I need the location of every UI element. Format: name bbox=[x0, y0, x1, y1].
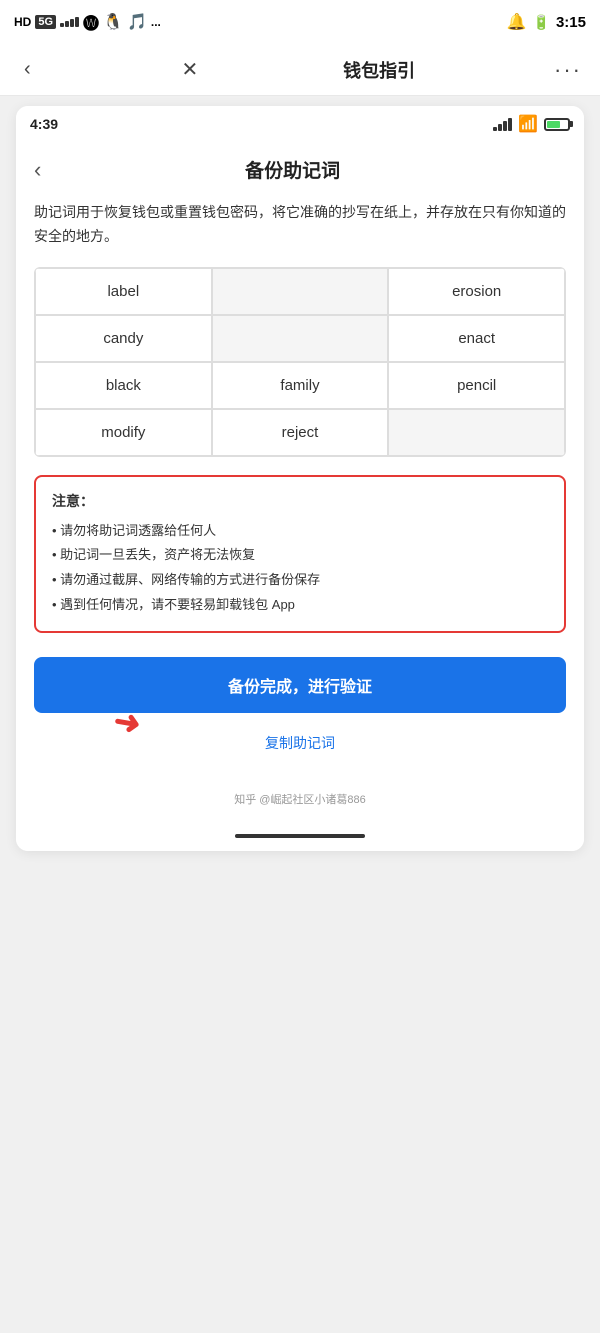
mnemonic-word-3: erosion bbox=[388, 268, 565, 315]
mnemonic-word-6: enact bbox=[388, 315, 565, 362]
outer-nav-title: 钱包指引 bbox=[343, 57, 415, 83]
qq-icon: 🐧 bbox=[103, 12, 123, 32]
warning-box: 注意： • 请勿将助记词透露给任何人 • 助记词一旦丢失，资产将无法恢复 • 请… bbox=[34, 475, 566, 634]
outer-status-left: HD 5G 🅦 🐧 🎵 ... bbox=[14, 10, 161, 34]
extra-icons: ... bbox=[151, 15, 161, 29]
bell-icon: 🔔 bbox=[507, 12, 527, 32]
warning-item-4: • 遇到任何情况，请不要轻易卸载钱包 App bbox=[52, 593, 548, 618]
mnemonic-grid: label erosion candy enact black family p… bbox=[34, 267, 566, 457]
inner-time: 4:39 bbox=[30, 116, 58, 132]
bottom-indicator bbox=[16, 821, 584, 851]
inner-nav: ‹ 备份助记词 bbox=[34, 156, 566, 183]
mnemonic-word-4: candy bbox=[35, 315, 212, 362]
home-indicator bbox=[235, 834, 365, 838]
warning-item-2: • 助记词一旦丢失，资产将无法恢复 bbox=[52, 543, 548, 568]
mnemonic-word-8: family bbox=[212, 362, 389, 409]
inner-content: ‹ 备份助记词 助记词用于恢复钱包或重置钱包密码，将它准确的抄写在纸上，并存放在… bbox=[16, 142, 584, 783]
mnemonic-word-5-empty bbox=[212, 315, 389, 362]
mnemonic-word-12-empty bbox=[388, 409, 565, 456]
outer-back-button[interactable]: ‹ bbox=[18, 52, 37, 87]
signal-icon bbox=[60, 17, 79, 27]
inner-status-bar: 4:39 📶 bbox=[16, 106, 584, 142]
inner-back-button[interactable]: ‹ bbox=[34, 157, 41, 183]
outer-status-right: 🔔 🔋 3:15 bbox=[507, 12, 586, 32]
outer-time: 3:15 bbox=[556, 14, 586, 31]
network-label: HD bbox=[14, 15, 31, 29]
warning-title: 注意： bbox=[52, 491, 548, 511]
outer-more-button[interactable]: ··· bbox=[554, 57, 582, 83]
inner-screen: 4:39 📶 ‹ 备份助记词 助记词用于恢复钱包或重置钱包密码，将它准确的抄写在… bbox=[16, 106, 584, 851]
backup-complete-button[interactable]: 备份完成，进行验证 bbox=[34, 657, 566, 713]
inner-signal-icon bbox=[493, 118, 512, 131]
watermark-text: 知乎 @崛起社区小诸葛886 bbox=[234, 794, 366, 806]
battery-outer-icon: 🔋 bbox=[533, 14, 550, 31]
outer-status-bar: HD 5G 🅦 🐧 🎵 ... 🔔 🔋 3:15 bbox=[0, 0, 600, 44]
signal-5g: 5G bbox=[35, 15, 56, 29]
description-text: 助记词用于恢复钱包或重置钱包密码，将它准确的抄写在纸上，并存放在只有你知道的安全… bbox=[34, 201, 566, 249]
mnemonic-word-11: reject bbox=[212, 409, 389, 456]
mnemonic-word-9: pencil bbox=[388, 362, 565, 409]
mnemonic-word-7: black bbox=[35, 362, 212, 409]
watermark: 知乎 @崛起社区小诸葛886 bbox=[16, 783, 584, 821]
inner-battery-icon bbox=[544, 118, 570, 131]
outer-nav-bar: ‹ ✕ 钱包指引 ··· bbox=[0, 44, 600, 96]
weibo-icon: 🅦 bbox=[83, 10, 99, 34]
outer-close-button[interactable]: ✕ bbox=[176, 51, 205, 88]
inner-nav-title: 备份助记词 bbox=[51, 156, 534, 183]
warning-item-3: • 请勿通过截屏、网络传输的方式进行备份保存 bbox=[52, 568, 548, 593]
mnemonic-word-1: label bbox=[35, 268, 212, 315]
inner-status-right: 📶 bbox=[493, 114, 570, 134]
inner-wifi-icon: 📶 bbox=[518, 114, 538, 134]
warning-item-1: • 请勿将助记词透露给任何人 bbox=[52, 519, 548, 544]
mnemonic-word-2-empty bbox=[212, 268, 389, 315]
mnemonic-word-10: modify bbox=[35, 409, 212, 456]
qq-music-icon: 🎵 bbox=[127, 12, 147, 32]
button-area: 备份完成，进行验证 ➜ 复制助记词 bbox=[34, 657, 566, 753]
